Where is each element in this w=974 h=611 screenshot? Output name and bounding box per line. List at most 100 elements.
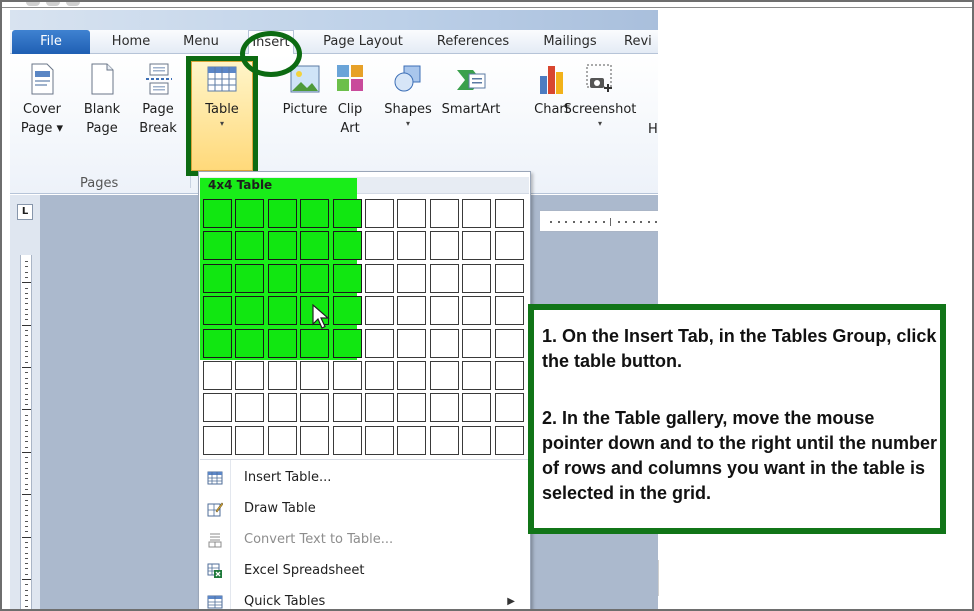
- grid-cell[interactable]: [365, 231, 394, 261]
- grid-cell[interactable]: [397, 296, 427, 326]
- grid-cell[interactable]: [300, 199, 330, 228]
- grid-cell[interactable]: [300, 393, 330, 423]
- grid-cell[interactable]: [235, 231, 265, 261]
- grid-cell[interactable]: [300, 361, 330, 390]
- grid-cell[interactable]: [429, 199, 459, 228]
- tab-menu[interactable]: Menu: [180, 30, 222, 54]
- grid-cell[interactable]: [235, 328, 265, 358]
- grid-cell[interactable]: [365, 361, 394, 390]
- grid-cell[interactable]: [429, 328, 459, 358]
- grid-cell[interactable]: [462, 393, 492, 423]
- grid-cell[interactable]: [267, 296, 297, 326]
- blank-page-button[interactable]: Blank Page: [80, 62, 124, 138]
- grid-cell[interactable]: [397, 361, 427, 390]
- grid-cell[interactable]: [494, 231, 524, 261]
- grid-cell[interactable]: [203, 328, 232, 358]
- grid-cell[interactable]: [365, 199, 394, 228]
- smartart-button[interactable]: SmartArt: [438, 62, 504, 119]
- shapes-button[interactable]: Shapes ▾: [382, 62, 434, 129]
- grid-cell[interactable]: [235, 296, 265, 326]
- tab-mailings[interactable]: Mailings: [538, 30, 602, 54]
- grid-cell[interactable]: [494, 296, 524, 326]
- menu-item-quick-tables[interactable]: Quick Tables ▶: [200, 587, 529, 611]
- menu-item-draw-table[interactable]: Draw Table: [200, 494, 529, 524]
- grid-cell[interactable]: [365, 328, 394, 358]
- tab-stop-selector[interactable]: L: [17, 204, 33, 220]
- grid-cell[interactable]: [462, 328, 492, 358]
- grid-cell[interactable]: [332, 296, 362, 326]
- grid-cell[interactable]: [203, 296, 232, 326]
- grid-cell[interactable]: [235, 425, 265, 455]
- grid-cell[interactable]: [494, 393, 524, 423]
- grid-cell[interactable]: [332, 231, 362, 261]
- grid-cell[interactable]: [300, 425, 330, 455]
- grid-cell[interactable]: [235, 199, 265, 228]
- grid-cell[interactable]: [267, 199, 297, 228]
- grid-cell[interactable]: [332, 425, 362, 455]
- grid-cell[interactable]: [267, 263, 297, 293]
- shapes-dropdown-arrow[interactable]: ▾: [382, 119, 434, 129]
- grid-cell[interactable]: [494, 328, 524, 358]
- grid-cell[interactable]: [429, 231, 459, 261]
- cover-page-button[interactable]: Cover Page ▾: [18, 62, 66, 138]
- grid-cell[interactable]: [203, 361, 232, 390]
- grid-cell[interactable]: [494, 361, 524, 390]
- tab-page-layout[interactable]: Page Layout: [316, 30, 410, 54]
- grid-cell[interactable]: [462, 425, 492, 455]
- grid-cell[interactable]: [462, 231, 492, 261]
- grid-cell[interactable]: [397, 263, 427, 293]
- page-break-button[interactable]: Page Break: [136, 62, 180, 138]
- grid-cell[interactable]: [235, 361, 265, 390]
- grid-cell[interactable]: [397, 231, 427, 261]
- grid-cell[interactable]: [300, 231, 330, 261]
- grid-cell[interactable]: [462, 263, 492, 293]
- grid-cell[interactable]: [203, 393, 232, 423]
- grid-cell[interactable]: [332, 393, 362, 423]
- grid-cell[interactable]: [429, 361, 459, 390]
- grid-cell[interactable]: [203, 231, 232, 261]
- grid-cell[interactable]: [267, 393, 297, 423]
- grid-cell[interactable]: [203, 263, 232, 293]
- grid-cell[interactable]: [462, 199, 492, 228]
- grid-cell[interactable]: [267, 328, 297, 358]
- grid-cell[interactable]: [494, 263, 524, 293]
- grid-cell[interactable]: [365, 296, 394, 326]
- grid-cell[interactable]: [429, 263, 459, 293]
- menu-item-excel-spreadsheet[interactable]: Excel Spreadsheet: [200, 556, 529, 586]
- grid-cell[interactable]: [462, 361, 492, 390]
- grid-cell[interactable]: [235, 263, 265, 293]
- grid-cell[interactable]: [267, 361, 297, 390]
- grid-cell[interactable]: [462, 296, 492, 326]
- grid-cell[interactable]: [203, 425, 232, 455]
- grid-cell[interactable]: [397, 328, 427, 358]
- menu-item-insert-table[interactable]: Insert Table...: [200, 463, 529, 493]
- partial-button[interactable]: H: [648, 120, 658, 139]
- screenshot-button[interactable]: Screenshot ▾: [562, 62, 638, 129]
- grid-cell[interactable]: [365, 425, 394, 455]
- grid-cell[interactable]: [332, 361, 362, 390]
- grid-cell[interactable]: [332, 199, 362, 228]
- grid-cell[interactable]: [397, 199, 427, 228]
- grid-cell[interactable]: [494, 199, 524, 228]
- grid-cell[interactable]: [332, 263, 362, 293]
- tab-review-partial[interactable]: Revi: [624, 30, 658, 54]
- grid-cell[interactable]: [429, 296, 459, 326]
- grid-cell[interactable]: [332, 328, 362, 358]
- grid-cell[interactable]: [397, 425, 427, 455]
- grid-cell[interactable]: [235, 393, 265, 423]
- grid-cell[interactable]: [203, 199, 232, 228]
- grid-cell[interactable]: [267, 231, 297, 261]
- menu-item-convert-text[interactable]: Convert Text to Table...: [200, 525, 529, 555]
- screenshot-dropdown-arrow[interactable]: ▾: [562, 119, 638, 129]
- grid-cell[interactable]: [365, 263, 394, 293]
- tab-file[interactable]: File: [12, 30, 90, 54]
- grid-cell[interactable]: [429, 393, 459, 423]
- grid-cell[interactable]: [494, 425, 524, 455]
- tab-home[interactable]: Home: [108, 30, 154, 54]
- grid-cell[interactable]: [429, 425, 459, 455]
- grid-cell[interactable]: [267, 425, 297, 455]
- grid-cell[interactable]: [397, 393, 427, 423]
- tab-references[interactable]: References: [432, 30, 514, 54]
- clip-art-button[interactable]: Clip Art: [332, 62, 368, 138]
- grid-cell[interactable]: [300, 263, 330, 293]
